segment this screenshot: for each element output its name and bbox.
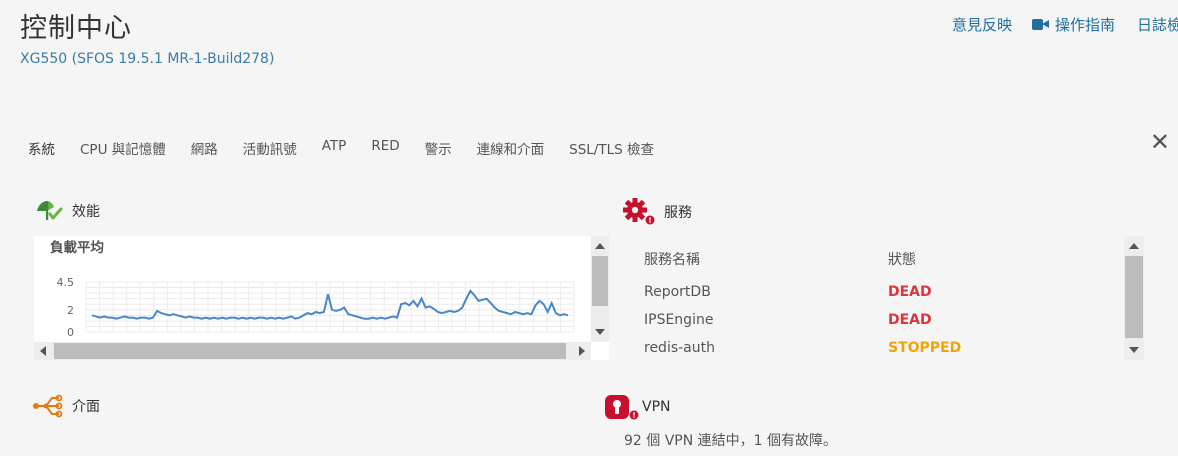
service-row: ReportDB DEAD	[644, 284, 1124, 304]
services-widget: 服務名稱 狀態 ReportDB DEAD IPSEngine DEAD redis-a…	[624, 236, 1144, 360]
service-status: DEAD	[888, 284, 932, 300]
tab-0[interactable]: 系統	[28, 138, 55, 158]
performance-vertical-scrollbar[interactable]	[591, 236, 609, 342]
service-name: ReportDB	[644, 284, 711, 300]
scroll-thumb[interactable]	[592, 256, 608, 306]
vpn-lock-alert-icon	[605, 395, 639, 420]
video-camera-icon	[1031, 19, 1049, 30]
scroll-down-icon[interactable]	[1129, 347, 1139, 353]
service-status: STOPPED	[888, 340, 962, 356]
services-vertical-scrollbar[interactable]	[1124, 236, 1144, 360]
service-name: IPSEngine	[644, 312, 714, 328]
load-average-chart: 負載平均 0 2 4.5	[34, 236, 591, 342]
y-tick-label: 2	[67, 304, 74, 317]
y-tick-label: 4.5	[57, 276, 75, 289]
close-icon[interactable]: ✕	[1150, 130, 1170, 154]
services-title: 服務	[664, 205, 692, 221]
performance-widget: 負載平均 0 2 4.5	[34, 236, 609, 360]
scroll-right-icon[interactable]	[579, 346, 585, 356]
tab-2[interactable]: 網路	[191, 138, 218, 158]
device-subtitle: XG550 (SFOS 19.5.1 MR-1-Build278)	[20, 51, 275, 67]
interfaces-icon	[33, 394, 63, 418]
performance-header: 效能	[34, 198, 100, 224]
log-link[interactable]: 日誌檢	[1137, 14, 1178, 35]
scroll-down-icon[interactable]	[595, 329, 605, 335]
scroll-thumb[interactable]	[54, 343, 566, 359]
tab-1[interactable]: CPU 與記憶體	[80, 138, 166, 158]
service-row: IPSEngine DEAD	[644, 312, 1124, 332]
interfaces-title: 介面	[72, 399, 100, 415]
performance-horizontal-scrollbar[interactable]	[34, 342, 591, 360]
page-title: 控制中心	[20, 13, 132, 44]
service-row: redis-auth STOPPED	[644, 340, 1124, 360]
gear-alert-icon	[623, 198, 655, 225]
tab-3[interactable]: 活動訊號	[243, 138, 297, 158]
services-status-header: 狀態	[888, 252, 916, 268]
top-links: 意見反映 操作指南 日誌檢	[952, 14, 1178, 35]
scroll-thumb[interactable]	[1125, 256, 1143, 338]
services-header: 服務	[622, 198, 692, 226]
scroll-up-icon[interactable]	[1129, 243, 1139, 249]
tab-8[interactable]: SSL/TLS 檢查	[569, 138, 654, 158]
performance-title: 效能	[72, 204, 100, 220]
scroll-up-icon[interactable]	[595, 243, 605, 249]
vpn-title: VPN	[642, 399, 671, 415]
tab-6[interactable]: 警示	[425, 138, 452, 158]
vpn-header: VPN	[604, 393, 671, 421]
feedback-link[interactable]: 意見反映	[952, 14, 1012, 35]
service-status: DEAD	[888, 312, 932, 328]
service-name: redis-auth	[644, 340, 715, 356]
y-tick-label: 0	[67, 326, 74, 339]
performance-icon	[37, 201, 63, 220]
vpn-status-text: 92 個 VPN 連結中，1 個有故障。	[624, 433, 838, 449]
guide-link-label: 操作指南	[1054, 16, 1115, 34]
tab-4[interactable]: ATP	[322, 138, 347, 158]
interfaces-header: 介面	[32, 392, 100, 420]
dashboard-tabs: 系統 CPU 與記憶體 網路 活動訊號 ATP RED 警示 連線和介面 SSL/TLS 檢查	[28, 138, 679, 158]
scroll-left-icon[interactable]	[40, 346, 46, 356]
tab-5[interactable]: RED	[371, 138, 399, 158]
guide-link[interactable]: 操作指南	[1031, 14, 1115, 35]
load-chart-svg: 024.5	[57, 276, 575, 339]
services-name-header: 服務名稱	[644, 252, 700, 268]
tab-7[interactable]: 連線和介面	[477, 138, 545, 158]
